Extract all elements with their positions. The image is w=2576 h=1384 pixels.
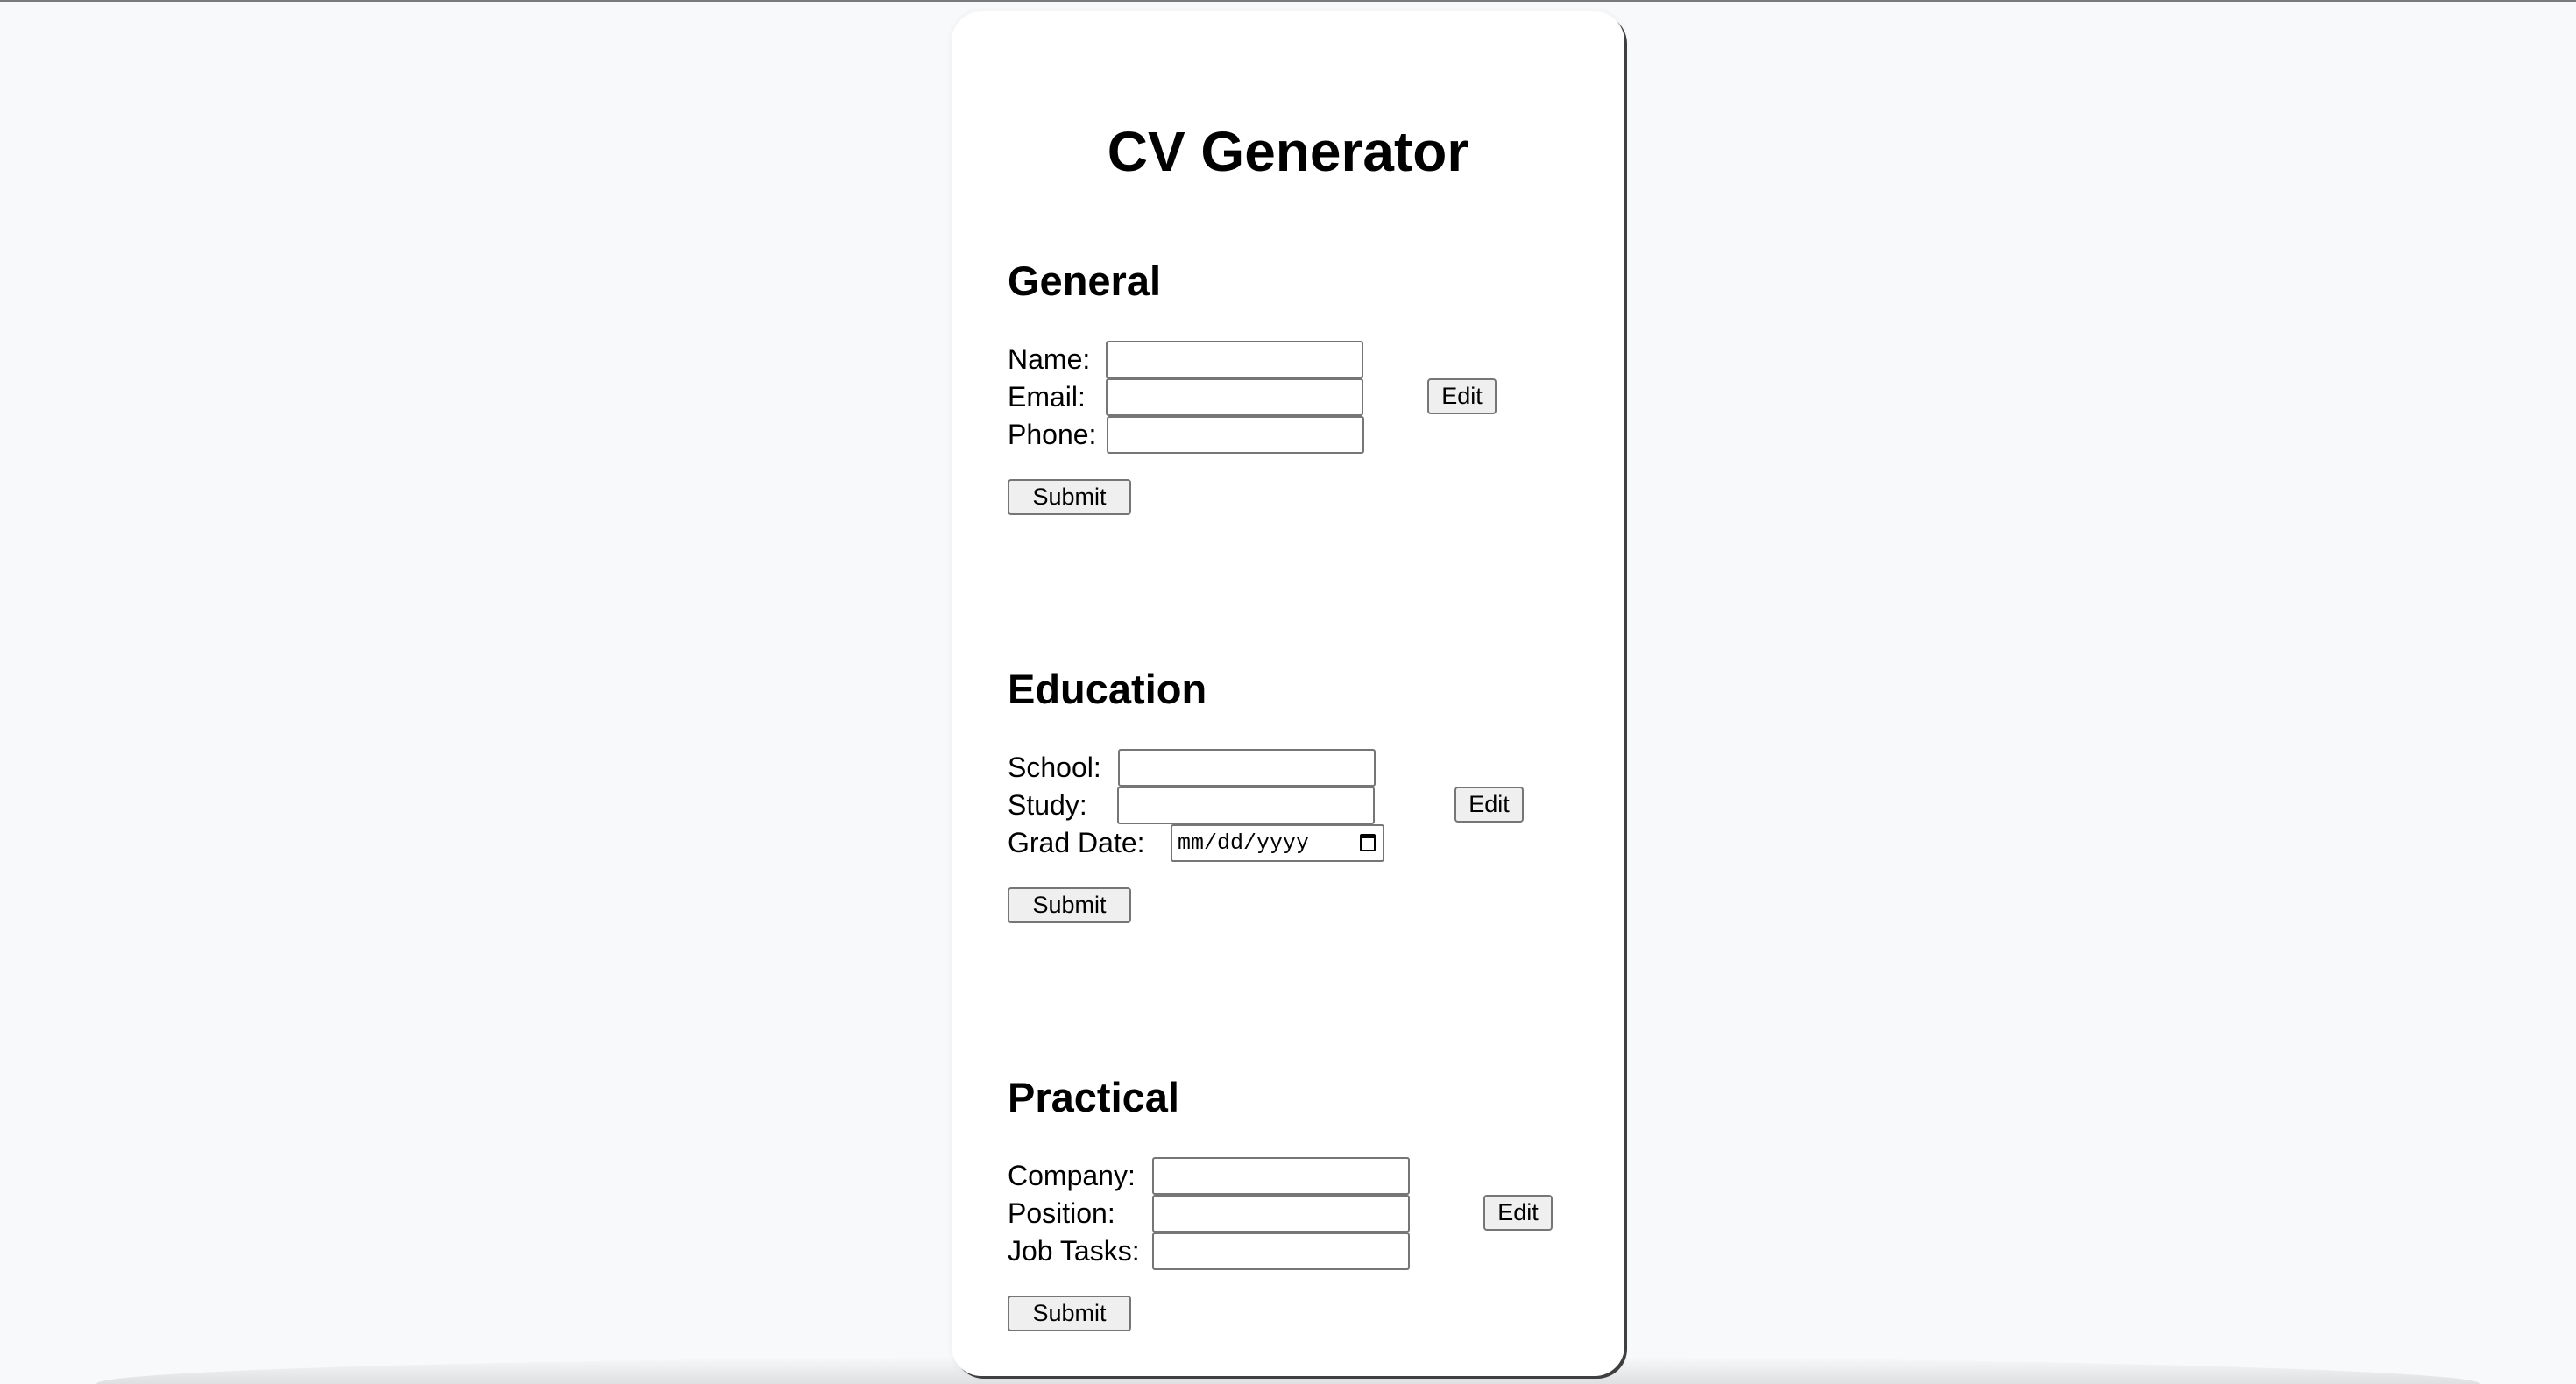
- name-input[interactable]: [1106, 341, 1363, 378]
- general-submit-button[interactable]: Submit: [1008, 479, 1131, 515]
- grad-date-row: Grad Date: mm/dd/yyyy: [1008, 824, 1393, 862]
- email-row: Email:: [1008, 378, 1363, 416]
- school-row: School:: [1008, 749, 1376, 787]
- general-section: General Name: Email: Phone: Edit Submit: [1008, 255, 1603, 526]
- position-row: Position:: [1008, 1195, 1411, 1232]
- general-section-title: General: [1008, 258, 1162, 304]
- practical-section: Practical Company: Position: Job Tasks: …: [1008, 1071, 1603, 1343]
- phone-label: Phone:: [1008, 419, 1097, 450]
- study-label: Study:: [1008, 789, 1087, 821]
- education-edit-button[interactable]: Edit: [1454, 787, 1524, 823]
- window-top-border: [0, 0, 2576, 2]
- grad-date-input[interactable]: mm/dd/yyyy: [1171, 824, 1384, 862]
- position-input[interactable]: [1152, 1195, 1410, 1232]
- phone-input[interactable]: [1107, 416, 1364, 454]
- calendar-icon[interactable]: [1360, 834, 1376, 851]
- company-input[interactable]: [1152, 1157, 1410, 1195]
- job-tasks-label: Job Tasks:: [1008, 1235, 1140, 1267]
- practical-edit-button[interactable]: Edit: [1483, 1195, 1553, 1231]
- company-row: Company:: [1008, 1157, 1411, 1195]
- page-title: CV Generator: [1107, 120, 1469, 183]
- education-section-title: Education: [1008, 666, 1207, 712]
- email-input[interactable]: [1106, 378, 1363, 416]
- name-label: Name:: [1008, 343, 1091, 375]
- practical-section-title: Practical: [1008, 1074, 1179, 1120]
- cv-card: CV Generator General Name: Email: Phone:…: [952, 11, 1624, 1376]
- school-label: School:: [1008, 752, 1101, 783]
- company-label: Company:: [1008, 1160, 1136, 1191]
- phone-row: Phone:: [1008, 416, 1364, 454]
- education-submit-button[interactable]: Submit: [1008, 887, 1131, 923]
- grad-date-placeholder: mm/dd/yyyy: [1178, 830, 1310, 856]
- school-input[interactable]: [1118, 749, 1376, 787]
- education-section: Education School: Study: Grad Date: mm/d…: [1008, 663, 1603, 935]
- grad-date-label: Grad Date:: [1008, 827, 1145, 858]
- position-label: Position:: [1008, 1197, 1115, 1229]
- study-input[interactable]: [1117, 787, 1375, 824]
- job-tasks-row: Job Tasks:: [1008, 1232, 1411, 1270]
- name-row: Name:: [1008, 341, 1363, 378]
- job-tasks-input[interactable]: [1152, 1232, 1410, 1270]
- practical-submit-button[interactable]: Submit: [1008, 1296, 1131, 1331]
- study-row: Study:: [1008, 787, 1376, 824]
- email-label: Email:: [1008, 381, 1086, 413]
- general-edit-button[interactable]: Edit: [1427, 378, 1497, 414]
